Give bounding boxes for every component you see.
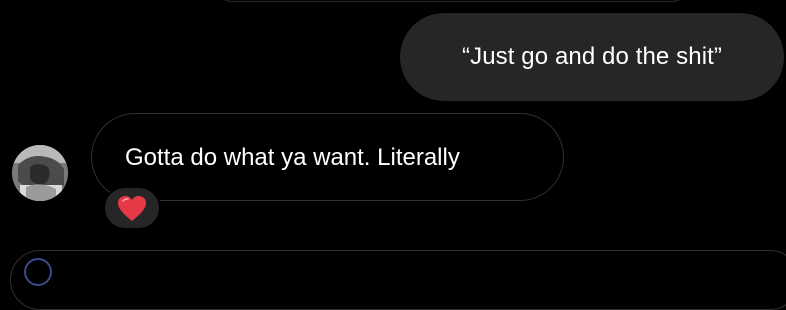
received-message-text: Gotta do what ya want. Literally — [125, 144, 460, 171]
next-avatar[interactable] — [24, 258, 52, 286]
received-message-bubble[interactable]: Gotta do what ya want. Literally — [91, 113, 564, 201]
previous-message-bubble[interactable] — [212, 0, 692, 2]
contact-avatar[interactable] — [12, 145, 68, 201]
sent-message-bubble[interactable]: “Just go and do the shit” — [400, 13, 784, 101]
red-heart-icon — [118, 195, 146, 221]
sent-message-text: “Just go and do the shit” — [462, 43, 722, 70]
avatar-photo — [12, 145, 68, 201]
reaction-badge[interactable] — [103, 186, 161, 230]
next-message-bubble[interactable] — [10, 250, 786, 310]
